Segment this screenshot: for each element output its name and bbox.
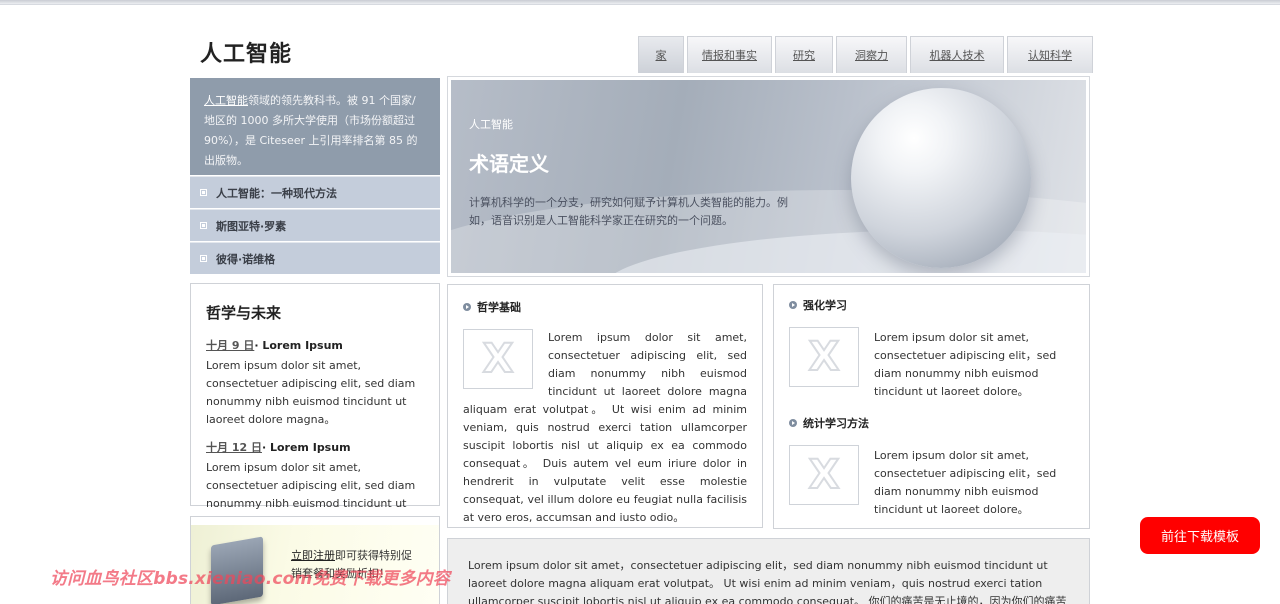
watermark-text: 访问血鸟社区bbs.xieniao.com免费下载更多内容 xyxy=(50,569,451,589)
register-link[interactable]: 立即注册 xyxy=(291,549,335,562)
sidebar-item-ai-modern-approach[interactable]: 人工智能：一种现代方法 xyxy=(190,176,440,208)
nav-cognitive-science[interactable]: 认知科学 xyxy=(1007,36,1093,73)
sidebar-item-label: 人工智能：一种现代方法 xyxy=(216,186,337,200)
section-body: Lorem ipsum dolor sit amet, consectetuer… xyxy=(874,449,1057,516)
news-date-link[interactable]: 十月 12 日 xyxy=(206,441,262,454)
arrow-bullet-icon xyxy=(789,301,797,309)
hero-title: 术语定义 xyxy=(469,152,549,176)
sidebar-item-label: 斯图亚特·罗素 xyxy=(216,219,287,233)
section-reinforcement: 强化学习 X Lorem ipsum dolor sit amet, conse… xyxy=(789,297,1074,401)
bottom-text-panel: Lorem ipsum dolor sit amet，consectetuer … xyxy=(447,538,1090,604)
section-title: 强化学习 xyxy=(789,297,1074,313)
promo-panel: 立即注册即可获得特别促销套餐和奖励折扣！ xyxy=(190,516,440,604)
news-body: Lorem ipsum dolor sit amet, consectetuer… xyxy=(206,359,416,426)
broken-image-icon: X xyxy=(808,451,841,499)
nav-research[interactable]: 研究 xyxy=(775,36,833,73)
top-border xyxy=(0,0,1280,5)
news-headline: · Lorem Ipsum xyxy=(261,441,351,454)
news-heading: 十月 12 日· Lorem Ipsum xyxy=(206,439,424,455)
arrow-bullet-icon xyxy=(463,303,471,311)
nav-home[interactable]: 家 xyxy=(638,36,684,73)
sidebar-item-stuart-russell[interactable]: 斯图亚特·罗素 xyxy=(190,209,440,241)
hero-text: 计算机科学的一个分支，研究如何赋予计算机人类智能的能力。例如，语音识别是人工智能… xyxy=(469,196,788,227)
nav-insight[interactable]: 洞察力 xyxy=(836,36,907,73)
square-bullet-icon xyxy=(200,222,207,229)
site-logo[interactable]: 人工智能 xyxy=(200,36,292,68)
sidebar-menu: 人工智能：一种现代方法 斯图亚特·罗素 彼得·诺维格 xyxy=(190,176,440,275)
news-heading: 十月 9 日· Lorem Ipsum xyxy=(206,337,424,353)
main-nav: 家 情报和事实 研究 洞察力 机器人技术 认知科学 xyxy=(638,36,1093,73)
learning-panel: 强化学习 X Lorem ipsum dolor sit amet, conse… xyxy=(773,284,1090,529)
broken-image-icon: X xyxy=(482,335,515,383)
sphere-image xyxy=(851,88,1031,268)
hero-banner: 人工智能 术语定义 计算机科学的一个分支，研究如何赋予计算机人类智能的能力。例如… xyxy=(447,76,1090,277)
sidebar-item-label: 彼得·诺维格 xyxy=(216,252,276,266)
news-headline: · Lorem Ipsum xyxy=(254,339,343,352)
intro-link[interactable]: 人工智能 xyxy=(204,94,248,107)
square-bullet-icon xyxy=(200,255,207,262)
news-date-link[interactable]: 十月 9 日 xyxy=(206,339,254,352)
placeholder-image: X xyxy=(463,329,533,389)
square-bullet-icon xyxy=(200,189,207,196)
sidebar-item-peter-norvig[interactable]: 彼得·诺维格 xyxy=(190,242,440,274)
philosophy-panel: 哲学与未来 十月 9 日· Lorem Ipsum Lorem ipsum do… xyxy=(190,283,440,528)
broken-image-icon: X xyxy=(808,333,841,381)
placeholder-image: X xyxy=(789,327,859,387)
panel-title: 哲学与未来 xyxy=(206,304,282,322)
nav-robotics[interactable]: 机器人技术 xyxy=(910,36,1004,73)
section-title: 哲学基础 xyxy=(463,299,747,315)
foundations-panel: 哲学基础 X Lorem ipsum dolor sit amet, conse… xyxy=(447,284,763,528)
hero-subtitle: 人工智能 xyxy=(469,118,513,131)
sidebar-intro: 人工智能领域的领先教科书。被 91 个国家/地区的 1000 多所大学使用（市场… xyxy=(190,78,440,175)
section-body: Lorem ipsum dolor sit amet, consectetuer… xyxy=(874,331,1057,398)
section-title: 统计学习方法 xyxy=(789,415,1074,431)
download-template-button[interactable]: 前往下载模板 xyxy=(1140,517,1260,554)
section-statistical: 统计学习方法 X Lorem ipsum dolor sit amet, con… xyxy=(789,415,1074,519)
nav-news[interactable]: 情报和事实 xyxy=(687,36,772,73)
placeholder-image: X xyxy=(789,445,859,505)
arrow-bullet-icon xyxy=(789,419,797,427)
